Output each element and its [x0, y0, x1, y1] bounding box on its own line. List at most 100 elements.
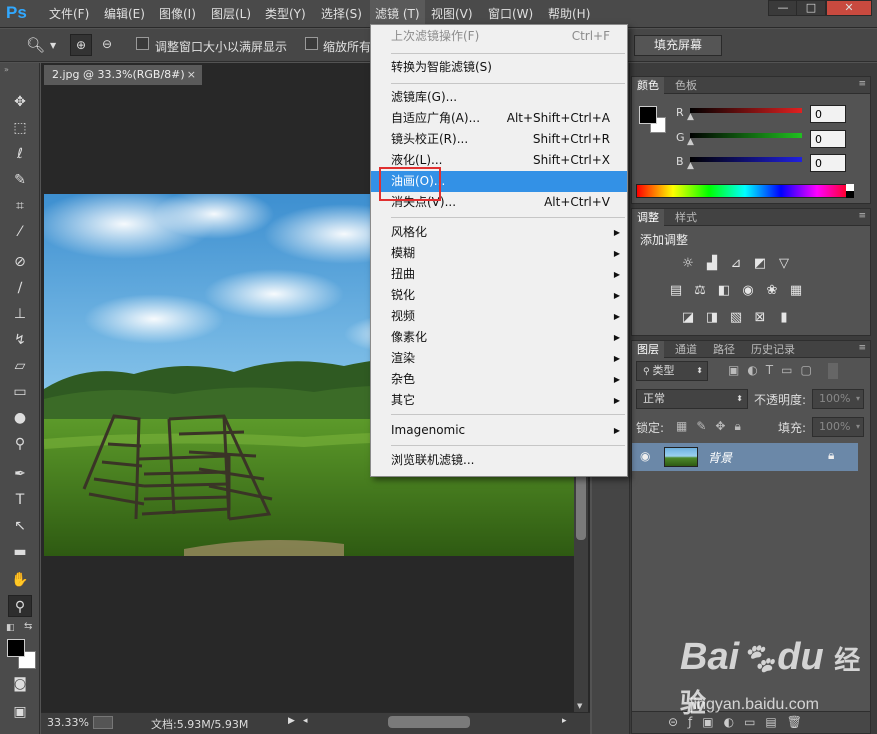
- posterize-icon[interactable]: ◨: [704, 311, 720, 325]
- panel-menu-icon[interactable]: ≡: [858, 343, 866, 353]
- close-window-button[interactable]: ✕: [826, 0, 872, 16]
- status-menu-arrow-icon[interactable]: ▶: [288, 716, 295, 726]
- collapse-icon[interactable]: »: [4, 65, 9, 74]
- red-slider[interactable]: [690, 108, 802, 113]
- levels-icon[interactable]: ▟: [704, 257, 720, 271]
- threshold-icon[interactable]: ▧: [728, 311, 744, 325]
- zoom-tool-icon[interactable]: ⚲: [8, 595, 32, 617]
- eyedropper-tool-icon[interactable]: ⁄: [8, 221, 32, 243]
- move-tool-icon[interactable]: ✥: [8, 91, 32, 113]
- type-tool-icon[interactable]: T: [8, 489, 32, 511]
- tab-history[interactable]: 历史记录: [746, 341, 800, 358]
- foreground-color-swatch[interactable]: [7, 639, 25, 657]
- menu-type[interactable]: 类型(Y): [260, 0, 311, 28]
- menu-item-browse-online-filters[interactable]: 浏览联机滤镜...: [371, 450, 627, 471]
- scroll-left-icon[interactable]: ◂: [303, 716, 308, 726]
- hand-tool-icon[interactable]: ✋: [8, 569, 32, 591]
- brush-tool-icon[interactable]: ∕: [8, 277, 32, 299]
- tab-color[interactable]: 颜色: [632, 77, 664, 94]
- document-tab[interactable]: 2.jpg @ 33.3%(RGB/8#) ×: [44, 65, 202, 85]
- green-slider-handle-icon[interactable]: ▲: [687, 137, 694, 147]
- scroll-right-icon[interactable]: ▸: [562, 716, 567, 726]
- shape-tool-icon[interactable]: ▬: [8, 541, 32, 563]
- red-slider-handle-icon[interactable]: ▲: [687, 112, 694, 122]
- menu-item-smart-filter[interactable]: 转换为智能滤镜(S): [371, 57, 627, 78]
- tab-paths[interactable]: 路径: [708, 341, 740, 358]
- selective-color-icon[interactable]: ⊠: [752, 311, 768, 325]
- close-icon[interactable]: ×: [187, 65, 196, 85]
- dodge-tool-icon[interactable]: ⚲: [8, 433, 32, 455]
- menu-item-noise[interactable]: 杂色 ▶: [371, 369, 627, 390]
- lasso-tool-icon[interactable]: ℓ: [8, 143, 32, 165]
- marquee-tool-icon[interactable]: ⬚: [8, 117, 32, 139]
- tab-channels[interactable]: 通道: [670, 341, 702, 358]
- path-select-tool-icon[interactable]: ↖: [8, 515, 32, 537]
- green-slider[interactable]: [690, 133, 802, 138]
- maximize-button[interactable]: □: [796, 0, 826, 16]
- brightness-icon[interactable]: ☼: [680, 257, 696, 271]
- layer-row[interactable]: ◉ 背景 🔒︎: [632, 443, 858, 471]
- vibrance-icon[interactable]: ▽: [776, 257, 792, 271]
- gradient-map-icon[interactable]: ▮: [776, 311, 792, 325]
- menu-item-sharpen[interactable]: 锐化 ▶: [371, 285, 627, 306]
- color-spectrum-bar[interactable]: [636, 184, 854, 198]
- white-swatch[interactable]: [846, 184, 854, 191]
- menu-edit[interactable]: 编辑(E): [99, 0, 150, 28]
- invert-icon[interactable]: ◪: [680, 311, 696, 325]
- blue-value-input[interactable]: 0: [810, 154, 846, 172]
- quick-mask-icon[interactable]: ◙: [8, 673, 32, 695]
- tab-adjustments[interactable]: 调整: [632, 209, 664, 226]
- fill-input[interactable]: 100% ▾: [812, 417, 864, 437]
- resize-window-checkbox[interactable]: [136, 37, 149, 50]
- curves-icon[interactable]: ⊿: [728, 257, 744, 271]
- color-foreground-swatch[interactable]: [639, 106, 657, 124]
- photo-filter-icon[interactable]: ◉: [740, 284, 756, 298]
- exposure-icon[interactable]: ◩: [752, 257, 768, 271]
- menu-item-lens-correction[interactable]: 镜头校正(R)... Shift+Ctrl+R: [371, 129, 627, 150]
- filter-toggle[interactable]: [828, 363, 838, 379]
- quick-select-tool-icon[interactable]: ✎: [8, 169, 32, 191]
- menu-item-filter-gallery[interactable]: 滤镜库(G)...: [371, 87, 627, 108]
- scroll-down-icon[interactable]: ▼: [577, 702, 582, 710]
- black-swatch[interactable]: [846, 191, 854, 198]
- zoom-all-checkbox[interactable]: [305, 37, 318, 50]
- eraser-tool-icon[interactable]: ▱: [8, 355, 32, 377]
- red-value-input[interactable]: 0: [810, 105, 846, 123]
- blue-slider-handle-icon[interactable]: ▲: [687, 161, 694, 171]
- lock-icons[interactable]: ▦✎✥🔒︎: [676, 419, 750, 434]
- color-balance-icon[interactable]: ⚖: [692, 284, 708, 298]
- layer-filter-icons[interactable]: ▣◐T▭▢: [728, 363, 820, 377]
- menu-select[interactable]: 选择(S): [316, 0, 367, 28]
- vertical-scroll-thumb[interactable]: [576, 470, 586, 540]
- green-value-input[interactable]: 0: [810, 130, 846, 148]
- menu-item-video[interactable]: 视频 ▶: [371, 306, 627, 327]
- zoom-tool-icon[interactable]: 🔍︎: [26, 36, 48, 56]
- status-icon[interactable]: [93, 716, 113, 729]
- channel-mixer-icon[interactable]: ❀: [764, 284, 780, 298]
- pen-tool-icon[interactable]: ✒: [8, 463, 32, 485]
- opacity-input[interactable]: 100% ▾: [812, 389, 864, 409]
- menu-item-distort[interactable]: 扭曲 ▶: [371, 264, 627, 285]
- menu-item-render[interactable]: 渲染 ▶: [371, 348, 627, 369]
- screen-mode-icon[interactable]: ▣: [8, 701, 32, 723]
- tool-preset-chevron-icon[interactable]: ▼: [50, 41, 56, 50]
- fill-screen-button[interactable]: 填充屏幕: [634, 35, 722, 56]
- menu-item-stylize[interactable]: 风格化 ▶: [371, 222, 627, 243]
- tab-swatches[interactable]: 色板: [670, 77, 702, 94]
- tab-layers[interactable]: 图层: [632, 341, 664, 358]
- layer-filter-select[interactable]: ⚲ 类型 ⬍: [636, 361, 708, 381]
- panel-menu-icon[interactable]: ≡: [858, 211, 866, 221]
- menu-image[interactable]: 图像(I): [154, 0, 201, 28]
- menu-item-adaptive-wide-angle[interactable]: 自适应广角(A)... Alt+Shift+Ctrl+A: [371, 108, 627, 129]
- default-colors-icon[interactable]: ◧: [6, 623, 15, 633]
- swap-colors-icon[interactable]: ⇆: [24, 621, 32, 632]
- menu-item-imagenomic[interactable]: Imagenomic ▶: [371, 420, 627, 441]
- menu-layer[interactable]: 图层(L): [206, 0, 256, 28]
- zoom-out-icon[interactable]: ⊖: [96, 34, 118, 56]
- menu-item-other[interactable]: 其它 ▶: [371, 390, 627, 411]
- gradient-tool-icon[interactable]: ▭: [8, 381, 32, 403]
- crop-tool-icon[interactable]: ⌗: [8, 195, 32, 217]
- stamp-tool-icon[interactable]: ⊥: [8, 303, 32, 325]
- menu-item-pixelate[interactable]: 像素化 ▶: [371, 327, 627, 348]
- eye-icon[interactable]: ◉: [640, 449, 650, 463]
